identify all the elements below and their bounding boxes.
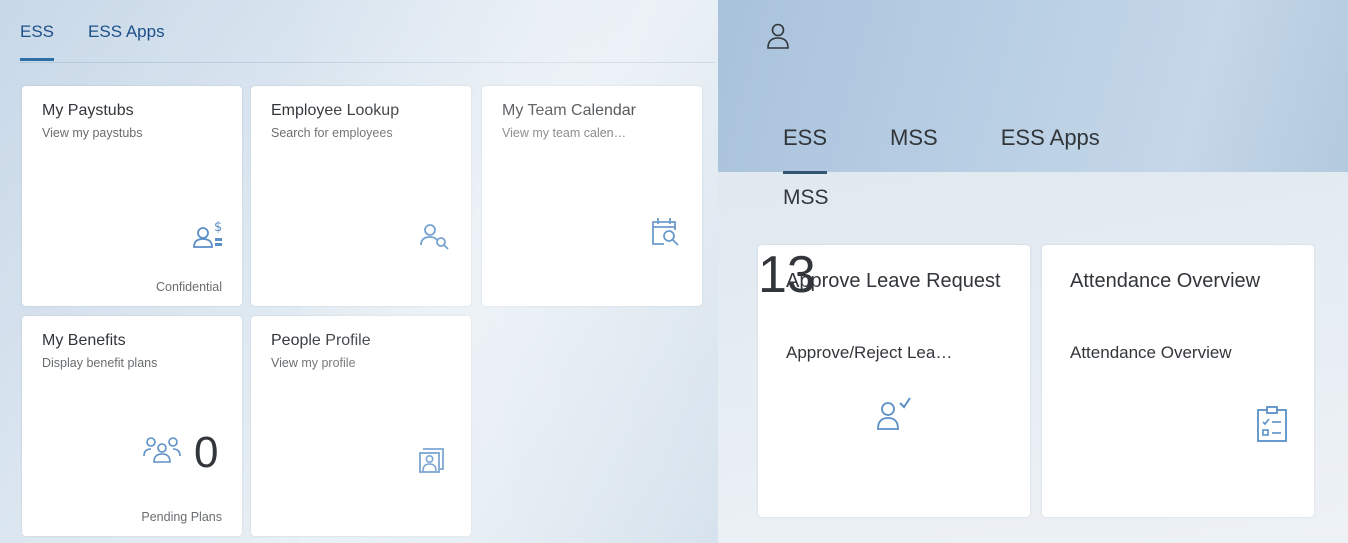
right-tab-bar: ESS MSS ESS Apps (783, 125, 1163, 174)
tile-employee-lookup[interactable]: Employee Lookup Search for employees (251, 86, 471, 306)
tile-people-profile[interactable]: People Profile View my profile (251, 316, 471, 536)
tile-title: Approve Leave Request (786, 270, 1001, 292)
tab-ess-apps[interactable]: ESS Apps (88, 22, 165, 64)
calendar-search-icon (650, 216, 680, 253)
tile-title: Employee Lookup (271, 102, 400, 119)
tile-title: My Paystubs (42, 102, 134, 119)
left-launchpad: ESS ESS Apps My Paystubs View my paystub… (0, 0, 718, 543)
tab-ess[interactable]: ESS (20, 22, 55, 64)
tab-ess[interactable]: ESS (783, 125, 828, 174)
tile-subtitle: View my profile (271, 356, 356, 370)
person-approve-icon (876, 395, 912, 436)
profile-card-icon (417, 444, 447, 479)
checklist-icon (1256, 405, 1288, 448)
tile-title: My Benefits (42, 332, 126, 349)
tile-subtitle: Approve/Reject Lea… (786, 343, 953, 362)
tile-title: People Profile (271, 332, 371, 349)
tile-footer: Confidential (155, 280, 222, 294)
group-icon (142, 434, 182, 469)
right-launchpad: ESS MSS ESS Apps MSS Approve Leave Reque… (718, 0, 1348, 543)
tab-divider (20, 62, 715, 63)
tile-my-paystubs[interactable]: My Paystubs View my paystubs $ Confident… (22, 86, 242, 306)
tile-title: My Team Calendar (502, 102, 636, 119)
pending-plans-count: 0 (194, 428, 219, 477)
tile-approve-leave-request[interactable]: Approve Leave Request Approve/Reject Lea… (758, 245, 1030, 517)
tile-my-benefits[interactable]: My Benefits Display benefit plans 0 Pend… (22, 316, 242, 536)
left-tab-bar: ESS ESS Apps (20, 22, 199, 64)
tile-subtitle: View my team calen… (502, 126, 627, 140)
tile-title: Attendance Overview (1070, 270, 1261, 292)
user-icon[interactable] (766, 22, 790, 55)
tile-subtitle: Display benefit plans (42, 356, 158, 370)
tile-attendance-overview[interactable]: Attendance Overview Attendance Overview (1042, 245, 1314, 517)
section-title: MSS (783, 186, 829, 209)
tile-footer: Pending Plans (141, 510, 222, 524)
tile-subtitle: View my paystubs (42, 126, 143, 140)
tile-my-team-calendar[interactable]: My Team Calendar View my team calen… (482, 86, 702, 306)
paystub-icon: $ (192, 220, 224, 255)
tab-mss[interactable]: MSS (890, 125, 938, 151)
tile-subtitle: Attendance Overview (1070, 343, 1232, 362)
person-search-icon (419, 220, 451, 255)
tab-ess-apps[interactable]: ESS Apps (1001, 125, 1100, 151)
tile-subtitle: Search for employees (271, 126, 393, 140)
svg-text:$: $ (214, 220, 222, 235)
